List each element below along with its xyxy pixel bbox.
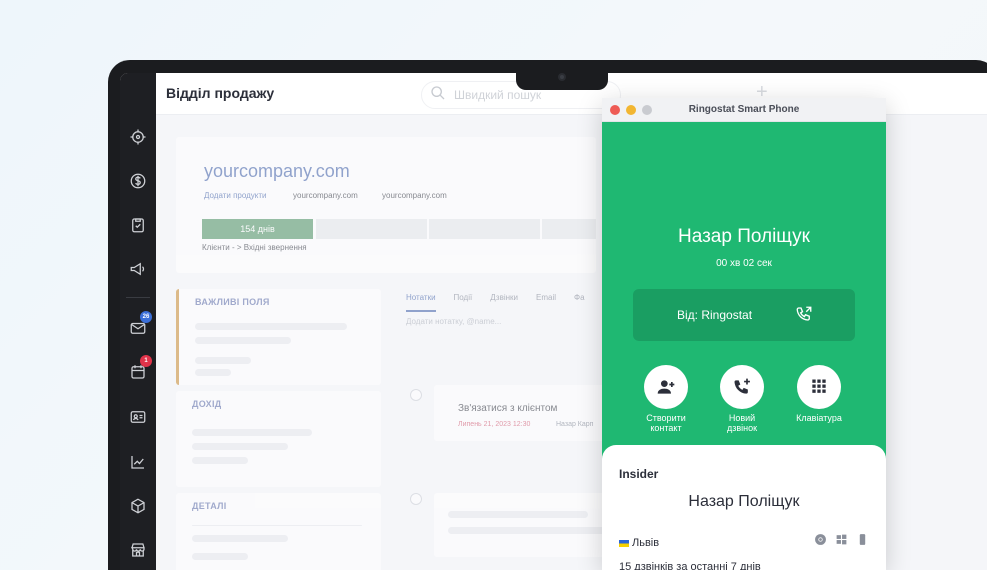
sidebar-divider [126,297,150,298]
add-person-icon[interactable] [644,365,688,409]
caller-city-label: Львів [632,537,660,549]
contact-card-icon[interactable] [120,405,156,429]
stage-breadcrumb: Клієнти - > Вхідні звернення [202,243,307,252]
stage-progress-active[interactable]: 154 днів [202,219,313,239]
tab-email[interactable]: Email [536,293,556,312]
create-contact-label: контакт [650,423,682,433]
keypad-button[interactable]: Клавіатура [779,365,859,423]
important-fields-card: ВАЖЛИВІ ПОЛЯ [176,289,381,385]
call-source-label: Від: Ringostat [677,308,753,322]
section-title-important: ВАЖЛИВІ ПОЛЯ [195,297,270,307]
call-duration: 00 хв 02 сек [716,258,772,269]
caller-city: Львів [619,537,659,549]
new-call-button[interactable]: Новий дзвінок [702,365,782,433]
dollar-icon[interactable] [120,169,156,193]
call-source-box: Від: Ringostat [633,289,855,341]
keypad-label: Клавіатура [796,413,842,423]
skeleton-line [448,511,588,518]
clock-icon [410,389,422,401]
task-card[interactable]: Зв'язатися з клієнтом Липень 21, 2023 12… [434,385,624,441]
note-input[interactable]: Додати нотатку, @name... [406,317,501,326]
incoming-call-icon [795,305,813,328]
phone-plus-icon[interactable] [720,365,764,409]
skeleton-line [195,357,251,364]
caller-name: Назар Поліщук [678,226,810,247]
task-title: Зв'язатися з клієнтом [458,403,558,414]
stage-progress-2[interactable] [316,219,427,239]
company-card: yourcompany.com Додати продукти yourcomp… [176,137,596,273]
stage-progress-3[interactable] [429,219,540,239]
skeleton-line [195,369,231,376]
mobile-phone-icon [856,533,869,551]
chrome-icon [814,533,827,551]
skeleton-line [448,527,608,534]
caller-info-name: Назар Поліщук [688,493,800,510]
section-title-details: ДЕТАЛІ [192,501,227,511]
tab-notes[interactable]: Нотатки [406,293,436,312]
task-date: Липень 21, 2023 12:30 [458,421,531,428]
skeleton-line [192,429,312,436]
skeleton-line [192,443,288,450]
details-card: ДЕТАЛІ [176,493,381,570]
search-input[interactable] [454,88,604,102]
activity-tabs: Нотатки Події Дзвінки Email Фа [406,293,585,312]
caller-device-icons [814,533,869,551]
calendar-badge: 1 [140,355,152,367]
windows-icon [835,533,848,551]
skeleton-line [192,553,248,560]
stage-progress-4[interactable] [542,219,596,239]
income-card: ДОХІД [176,391,381,487]
create-contact-label: Створити [646,413,686,423]
phone-titlebar: Ringostat Smart Phone [602,98,886,122]
ringostat-phone-window: Ringostat Smart Phone Назар Поліщук 00 х… [602,98,886,570]
company-link-1[interactable]: yourcompany.com [293,191,358,200]
task-card-placeholder [434,493,624,557]
phone-window-title: Ringostat Smart Phone [688,104,800,115]
keypad-grid-icon[interactable] [797,365,841,409]
skeleton-line [195,337,291,344]
calls-summary: 15 дзвінків за останні 7 днів [619,561,761,570]
skeleton-line [195,323,347,330]
store-icon[interactable] [120,538,156,562]
skeleton-line [192,535,288,542]
tab-events[interactable]: Події [454,293,473,312]
task-owner: Назар Карп [556,421,594,428]
company-link-2[interactable]: yourcompany.com [382,191,447,200]
megaphone-icon[interactable] [120,257,156,281]
camera-dot [558,73,566,81]
create-contact-button[interactable]: Створити контакт [626,365,706,433]
crm-sidebar: 26 1 [120,73,156,570]
caller-tag: Insider [619,467,659,481]
analytics-chart-icon[interactable] [120,450,156,474]
caller-info-panel: Insider Назар Поліщук Львів 15 дзвінків … [602,445,886,570]
tab-calls[interactable]: Дзвінки [490,293,518,312]
tab-files[interactable]: Фа [574,293,585,312]
section-title-income: ДОХІД [192,399,222,409]
company-name[interactable]: yourcompany.com [204,161,350,182]
clipboard-icon[interactable] [120,213,156,237]
ukraine-flag-icon [619,539,629,547]
page-title: Відділ продажу [166,85,275,101]
box-icon[interactable] [120,494,156,518]
search-icon [430,85,446,106]
skeleton-line [192,457,248,464]
new-call-label: Новий [728,413,756,423]
new-call-label: дзвінок [726,423,758,433]
add-products-link[interactable]: Додати продукти [204,191,267,200]
target-icon[interactable] [120,125,156,149]
divider-line [192,525,362,526]
mail-badge: 26 [140,311,152,323]
clock-icon [410,493,422,505]
